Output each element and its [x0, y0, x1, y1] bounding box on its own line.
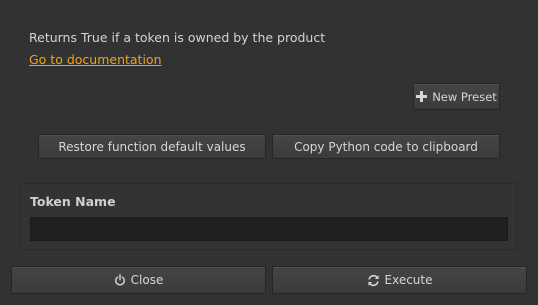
- execute-label: Execute: [384, 273, 433, 287]
- new-preset-button[interactable]: New Preset: [413, 83, 500, 110]
- token-name-input[interactable]: [30, 217, 508, 241]
- power-icon: [114, 274, 126, 286]
- copy-python-button[interactable]: Copy Python code to clipboard: [272, 134, 500, 159]
- copy-python-label: Copy Python code to clipboard: [294, 139, 478, 154]
- execute-button[interactable]: Execute: [272, 266, 527, 294]
- token-name-label: Token Name: [30, 194, 116, 209]
- close-button[interactable]: Close: [11, 266, 266, 294]
- new-preset-label: New Preset: [432, 89, 497, 104]
- plus-icon: [416, 91, 428, 102]
- restore-defaults-label: Restore function default values: [58, 139, 246, 154]
- function-description: Returns True if a token is owned by the …: [29, 30, 326, 45]
- restore-defaults-button[interactable]: Restore function default values: [38, 134, 266, 159]
- parameter-panel: Token Name: [20, 183, 517, 250]
- refresh-icon: [367, 274, 380, 287]
- close-label: Close: [130, 273, 164, 287]
- documentation-link[interactable]: Go to documentation: [29, 52, 162, 67]
